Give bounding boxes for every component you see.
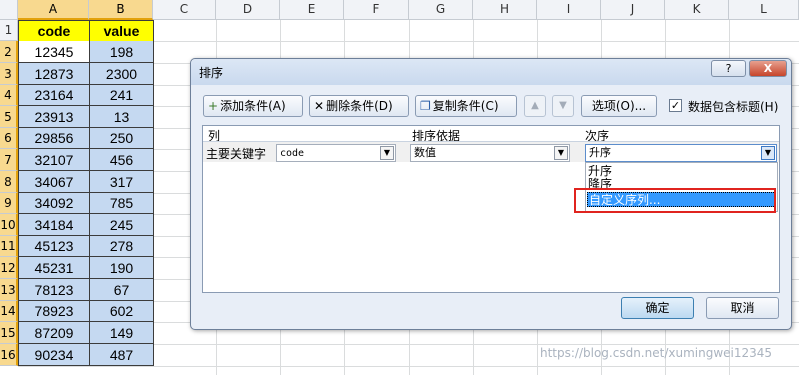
- column-header-c[interactable]: C: [153, 0, 216, 20]
- sort-on-select[interactable]: 数值 ▼: [410, 144, 570, 162]
- column-select-value: code: [280, 148, 305, 159]
- column-select[interactable]: code ▼: [276, 144, 396, 162]
- cell-b3[interactable]: 2300: [89, 63, 154, 85]
- cell-a12[interactable]: 45231: [18, 257, 90, 279]
- cell-a14[interactable]: 78923: [18, 301, 90, 322]
- cell-b15[interactable]: 149: [89, 322, 154, 344]
- help-button[interactable]: ?: [711, 60, 746, 77]
- has-headers-checkbox[interactable]: ✓: [669, 99, 682, 112]
- copy-icon: ❐: [420, 99, 431, 113]
- watermark: https://blog.csdn.net/xumingwei12345: [540, 346, 773, 360]
- column-header-h[interactable]: H: [473, 0, 537, 20]
- cell-b2[interactable]: 198: [89, 41, 154, 63]
- move-up-button[interactable]: ▲: [524, 95, 546, 117]
- row-header-16[interactable]: 16: [0, 344, 18, 366]
- ok-button[interactable]: 确定: [621, 297, 694, 319]
- close-button[interactable]: X: [749, 60, 787, 77]
- cell-b6[interactable]: 250: [89, 128, 154, 149]
- sort-on-select-value: 数值: [414, 146, 436, 159]
- row-header-4[interactable]: 4: [0, 85, 18, 106]
- chevron-down-icon[interactable]: ▼: [761, 146, 775, 160]
- add-level-icon: +: [208, 99, 219, 113]
- has-headers-label: 数据包含标题(H): [688, 100, 779, 114]
- cell-b12[interactable]: 190: [89, 257, 154, 279]
- row-header-10[interactable]: 10: [0, 214, 18, 236]
- cell-b16[interactable]: 487: [89, 344, 154, 366]
- add-level-label: 添加条件(A): [220, 99, 286, 113]
- order-select-value: 升序: [589, 146, 611, 159]
- cell-a1[interactable]: code: [18, 20, 90, 42]
- row-header-2[interactable]: 2: [0, 41, 18, 63]
- row-header-3[interactable]: 3: [0, 63, 18, 85]
- copy-level-label: 复制条件(C): [432, 99, 499, 113]
- add-level-button[interactable]: + 添加条件(A): [203, 95, 303, 117]
- copy-level-button[interactable]: ❐ 复制条件(C): [415, 95, 517, 117]
- dialog-title: 排序: [199, 66, 224, 80]
- column-header-d[interactable]: D: [216, 0, 280, 20]
- column-header-f[interactable]: F: [344, 0, 409, 20]
- column-header-e[interactable]: E: [280, 0, 344, 20]
- cell-b8[interactable]: 317: [89, 171, 154, 193]
- cell-a3[interactable]: 12873: [18, 63, 90, 85]
- row-header-15[interactable]: 15: [0, 322, 18, 344]
- cell-b13[interactable]: 67: [89, 279, 154, 301]
- cell-b7[interactable]: 456: [89, 149, 154, 171]
- delete-level-label: 删除条件(D): [326, 99, 393, 113]
- cell-a15[interactable]: 87209: [18, 322, 90, 344]
- column-header-b[interactable]: B: [89, 0, 153, 20]
- cancel-button[interactable]: 取消: [706, 297, 779, 319]
- column-header-j[interactable]: J: [601, 0, 665, 20]
- cell-b10[interactable]: 245: [89, 214, 154, 236]
- column-header-i[interactable]: I: [537, 0, 601, 20]
- cell-a2[interactable]: 12345: [18, 41, 90, 63]
- row-header-14[interactable]: 14: [0, 301, 18, 322]
- cell-a13[interactable]: 78123: [18, 279, 90, 301]
- row-header-1[interactable]: 1: [0, 20, 18, 41]
- cell-b14[interactable]: 602: [89, 301, 154, 322]
- cell-a10[interactable]: 34184: [18, 214, 90, 236]
- row-header-7[interactable]: 7: [0, 149, 18, 171]
- column-header-a[interactable]: A: [18, 0, 89, 20]
- order-select[interactable]: 升序 ▼: [585, 144, 777, 162]
- cell-a4[interactable]: 23164: [18, 85, 90, 106]
- cell-b9[interactable]: 785: [89, 193, 154, 214]
- order-option-ascending[interactable]: 升序: [587, 164, 777, 178]
- cell-a9[interactable]: 34092: [18, 193, 90, 214]
- options-button[interactable]: 选项(O)...: [581, 95, 657, 117]
- column-header-l[interactable]: L: [729, 0, 799, 20]
- cell-b11[interactable]: 278: [89, 236, 154, 257]
- sort-by-label: 主要关键字: [206, 147, 267, 161]
- cell-a5[interactable]: 23913: [18, 106, 90, 128]
- chevron-down-icon[interactable]: ▼: [554, 146, 568, 160]
- delete-level-button[interactable]: ✕ 删除条件(D): [309, 95, 409, 117]
- row-header-12[interactable]: 12: [0, 257, 18, 279]
- cell-b4[interactable]: 241: [89, 85, 154, 106]
- move-down-button[interactable]: ▼: [552, 95, 574, 117]
- cell-a6[interactable]: 29856: [18, 128, 90, 149]
- cell-a7[interactable]: 32107: [18, 149, 90, 171]
- cell-b1[interactable]: value: [89, 20, 154, 42]
- cell-a11[interactable]: 45123: [18, 236, 90, 257]
- column-header-g[interactable]: G: [409, 0, 473, 20]
- row-header-13[interactable]: 13: [0, 279, 18, 301]
- row-header-5[interactable]: 5: [0, 106, 18, 128]
- cell-a16[interactable]: 90234: [18, 344, 90, 366]
- chevron-down-icon[interactable]: ▼: [380, 146, 394, 160]
- highlight-annotation-box: [574, 188, 776, 213]
- row-header-8[interactable]: 8: [0, 171, 18, 193]
- select-all-corner[interactable]: [0, 0, 18, 20]
- column-header-k[interactable]: K: [665, 0, 729, 20]
- row-header-11[interactable]: 11: [0, 236, 18, 257]
- cell-b5[interactable]: 13: [89, 106, 154, 128]
- dialog-titlebar[interactable]: 排序 ? X: [191, 59, 791, 85]
- row-header-9[interactable]: 9: [0, 193, 18, 214]
- delete-icon: ✕: [314, 99, 325, 113]
- row-header-6[interactable]: 6: [0, 128, 18, 149]
- cell-a8[interactable]: 34067: [18, 171, 90, 193]
